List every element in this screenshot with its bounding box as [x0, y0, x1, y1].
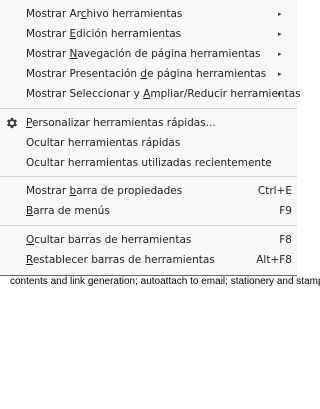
shortcut-label: Alt+F8: [256, 254, 292, 266]
menu-item-label: Ocultar barras de herramientas: [26, 234, 192, 246]
menu-separator: [0, 225, 297, 226]
shortcut-label: Ctrl+E: [257, 185, 292, 197]
menu-item-label: Mostrar Navegación de página herramienta…: [26, 48, 261, 60]
menu-item-menu-bar[interactable]: Barra de menús F9: [0, 201, 297, 221]
toolbars-context-menu: Mostrar Archivo herramientas ▸ Mostrar E…: [0, 0, 301, 276]
menu-item-label: Mostrar Archivo herramientas: [26, 8, 183, 20]
shortcut-label: F9: [279, 205, 292, 217]
menu-item-label: Mostrar Seleccionar y Ampliar/Reducir he…: [26, 88, 301, 100]
gear-icon: [6, 117, 18, 129]
menu-item-label: Ocultar herramientas utilizadas reciente…: [26, 157, 272, 169]
submenu-arrow-icon: ▸: [278, 70, 282, 78]
menu-item-label: Mostrar Edición herramientas: [26, 28, 182, 40]
menu-item-show-file-tools[interactable]: Mostrar Archivo herramientas ▸: [0, 4, 297, 24]
menu-item-label: Mostrar Presentación de página herramien…: [26, 68, 267, 80]
menu-item-hide-recent-tools[interactable]: Ocultar herramientas utilizadas reciente…: [0, 153, 297, 173]
menu-item-label: Restablecer barras de herramientas: [26, 254, 215, 266]
menu-item-hide-quick-tools[interactable]: Ocultar herramientas rápidas: [0, 133, 297, 153]
menu-item-customize-quick-tools[interactable]: Personalizar herramientas rápidas...: [0, 113, 297, 133]
menu-separator: [0, 108, 297, 109]
menu-item-show-page-display-tools[interactable]: Mostrar Presentación de página herramien…: [0, 64, 297, 84]
shortcut-label: F8: [279, 234, 292, 246]
document-body-text: contents and link generation; autoattach…: [10, 276, 320, 287]
menu-item-show-properties-bar[interactable]: Mostrar barra de propiedades Ctrl+E: [0, 181, 297, 201]
submenu-arrow-icon: ▸: [278, 30, 282, 38]
menu-item-show-page-navigation-tools[interactable]: Mostrar Navegación de página herramienta…: [0, 44, 297, 64]
menu-separator: [0, 176, 297, 177]
menu-item-hide-toolbars[interactable]: Ocultar barras de herramientas F8: [0, 230, 297, 250]
submenu-arrow-icon: ▸: [278, 50, 282, 58]
submenu-arrow-icon: ▸: [278, 10, 282, 18]
menu-item-show-select-zoom-tools[interactable]: Mostrar Seleccionar y Ampliar/Reducir he…: [0, 84, 301, 104]
menu-item-label: Barra de menús: [26, 205, 110, 217]
menu-item-label: Mostrar barra de propiedades: [26, 185, 183, 197]
menu-item-show-edit-tools[interactable]: Mostrar Edición herramientas ▸: [0, 24, 297, 44]
submenu-arrow-icon: ▸: [278, 90, 282, 98]
menu-item-reset-toolbars[interactable]: Restablecer barras de herramientas Alt+F…: [0, 250, 297, 270]
menu-item-label: Ocultar herramientas rápidas: [26, 137, 181, 149]
menu-item-label: Personalizar herramientas rápidas...: [26, 117, 216, 129]
